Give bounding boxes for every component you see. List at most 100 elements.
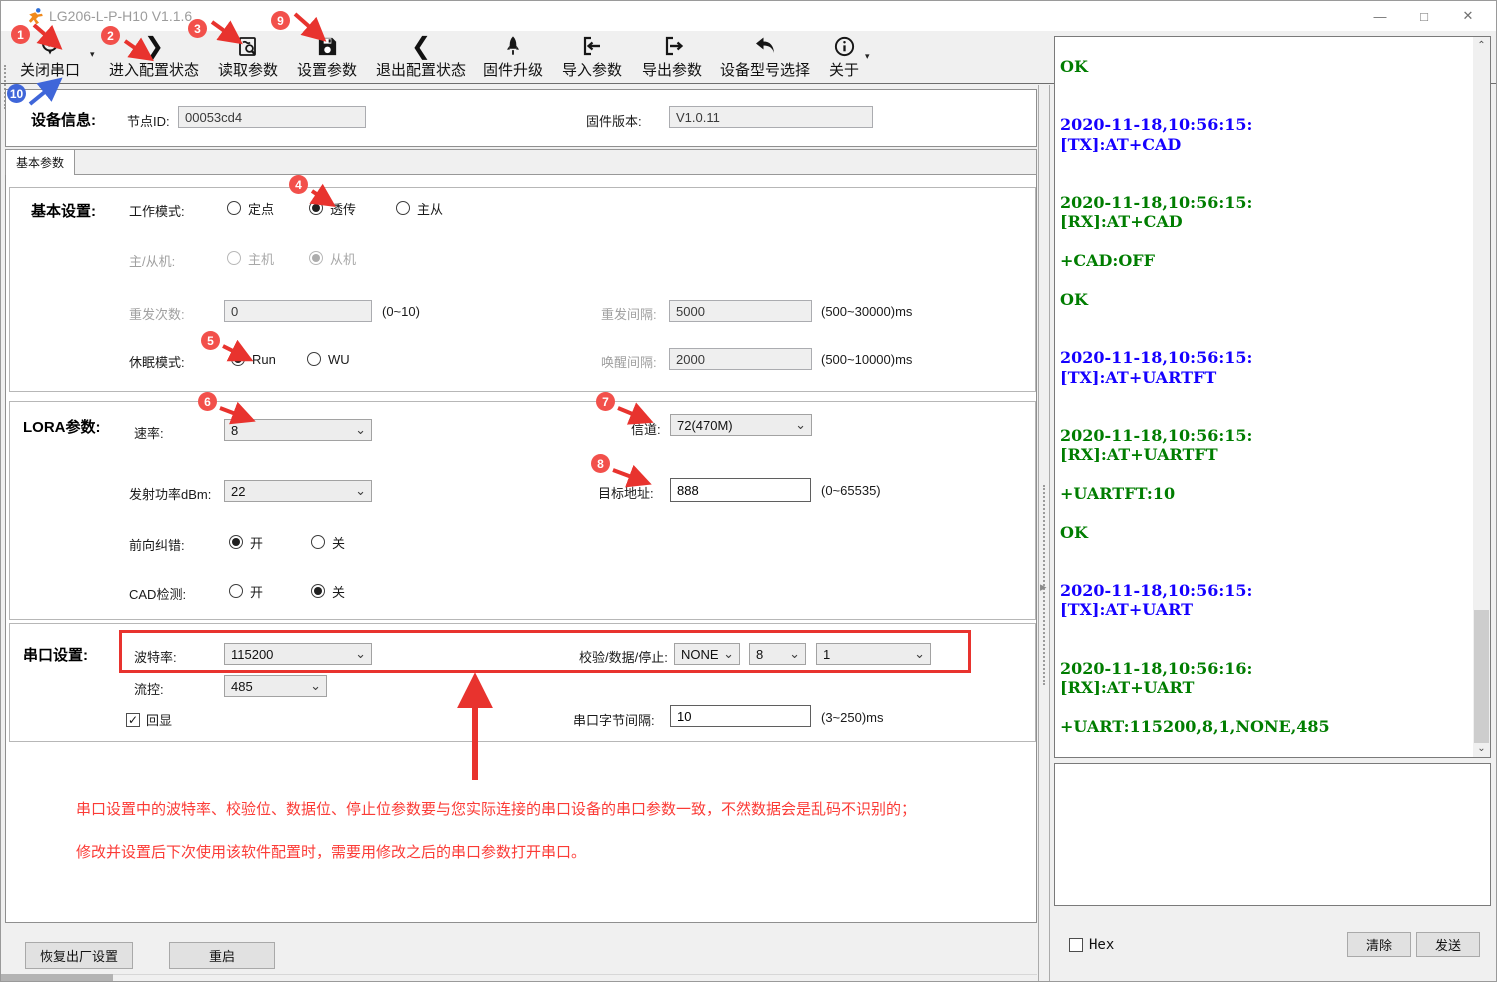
log-output[interactable]: OK 2020-11-18,10:56:15:[TX]:AT+CAD 2020-… xyxy=(1054,36,1491,758)
radio-unchecked[interactable] xyxy=(307,352,321,366)
radio-unchecked[interactable] xyxy=(229,584,243,598)
fec-option-on[interactable]: 开 xyxy=(229,534,263,550)
send-input-area[interactable] xyxy=(1054,763,1491,906)
factory-reset-button[interactable]: 恢复出厂设置 xyxy=(25,942,133,969)
doc-search-icon xyxy=(236,32,260,58)
parity-data-stop-label: 校验/数据/停止: xyxy=(579,647,668,666)
byte-interval-field[interactable]: 10 xyxy=(670,705,811,727)
horizontal-scrollbar-thumb[interactable] xyxy=(1,974,113,982)
cad-option-on[interactable]: 开 xyxy=(229,583,263,599)
log-line: OK xyxy=(1060,756,1470,758)
log-line: 2020-11-18,10:56:15: xyxy=(1060,193,1470,212)
export-icon xyxy=(660,32,684,58)
radio-checked[interactable] xyxy=(229,535,243,549)
radio-unchecked[interactable] xyxy=(396,201,410,215)
stop-bits-select[interactable]: 1 ⌄ xyxy=(816,643,931,665)
read-params-button[interactable]: 读取参数 xyxy=(213,32,283,82)
channel-select[interactable]: 72(470M) ⌄ xyxy=(670,414,812,436)
write-params-button[interactable]: 设置参数 xyxy=(292,32,362,82)
maximize-button[interactable]: □ xyxy=(1402,1,1446,31)
parity-select[interactable]: NONE ⌄ xyxy=(674,643,740,665)
send-button[interactable]: 发送 xyxy=(1416,932,1480,957)
radio-unchecked[interactable] xyxy=(227,201,241,215)
horizontal-scrollbar[interactable] xyxy=(1,974,1037,982)
chevron-down-icon: ⌄ xyxy=(310,681,326,691)
resend-count-field: 0 xyxy=(224,300,372,322)
note-line-2: 修改并设置后下次使用该软件配置时，需要用修改之后的串口参数打开串口。 xyxy=(76,841,586,862)
about-dropdown-caret[interactable]: ▾ xyxy=(865,51,870,62)
log-line: [RX]:AT+UART xyxy=(1060,678,1470,697)
log-scrollbar-thumb[interactable] xyxy=(1474,610,1489,743)
flow-control-select[interactable]: 485 ⌄ xyxy=(224,675,327,697)
flow-control-label: 流控: xyxy=(134,679,164,698)
master-option: 主机 xyxy=(227,250,274,266)
log-line: 2020-11-18,10:56:15: xyxy=(1060,426,1470,445)
exit-config-button[interactable]: ❮ 退出配置状态 xyxy=(369,32,473,82)
target-address-field[interactable]: 888 xyxy=(670,478,811,502)
lora-section-label: LORA参数: xyxy=(23,416,101,437)
close-button[interactable]: ✕ xyxy=(1446,1,1490,31)
resend-count-range: (0~10) xyxy=(382,304,420,319)
sleep-option-run[interactable]: Run xyxy=(231,351,276,367)
fec-option-off[interactable]: 关 xyxy=(311,534,345,550)
about-button[interactable]: 关于 xyxy=(821,32,867,82)
log-line: OK xyxy=(1060,57,1470,76)
work-mode-option-touchuan[interactable]: 透传 xyxy=(309,200,356,216)
log-line: 2020-11-18,10:56:15: xyxy=(1060,115,1470,134)
hex-checkbox[interactable] xyxy=(1069,938,1083,952)
chevron-down-icon: ⌄ xyxy=(355,649,371,659)
sleep-option-wu[interactable]: WU xyxy=(307,351,350,367)
work-mode-option-zhucong[interactable]: 主从 xyxy=(396,200,443,216)
node-id-label: 节点ID: xyxy=(127,111,170,130)
window-title: LG206-L-P-H10 V1.1.6 xyxy=(49,8,192,24)
restart-button[interactable]: 重启 xyxy=(169,942,275,969)
scroll-up-icon[interactable]: ⌃ xyxy=(1473,37,1490,54)
radio-checked[interactable] xyxy=(311,584,325,598)
cad-option-off[interactable]: 关 xyxy=(311,583,345,599)
log-scrollbar[interactable]: ⌃ ⌄ xyxy=(1473,37,1490,757)
work-mode-option-dingdian[interactable]: 定点 xyxy=(227,200,274,216)
chevron-down-icon: ⌄ xyxy=(789,649,805,659)
log-line: OK xyxy=(1060,290,1470,309)
serial-section-label: 串口设置: xyxy=(23,644,88,665)
resend-interval-label: 重发间隔: xyxy=(601,304,657,323)
hex-checkbox-row[interactable]: Hex xyxy=(1069,937,1114,953)
byte-interval-range: (3~250)ms xyxy=(821,710,884,725)
log-line: +CAD:OFF xyxy=(1060,251,1470,270)
firmware-upgrade-button[interactable]: 固件升级 xyxy=(477,32,549,82)
import-params-button[interactable]: 导入参数 xyxy=(557,32,627,82)
clear-button[interactable]: 清除 xyxy=(1347,932,1411,957)
splitter-collapse-icon[interactable]: ▸ xyxy=(1040,579,1047,595)
step-badge-3: 3 xyxy=(188,19,207,38)
panel-splitter[interactable]: ▸ xyxy=(1038,85,1050,982)
log-line: [TX]:AT+UART xyxy=(1060,600,1470,619)
rate-label: 速率: xyxy=(134,423,164,442)
rate-select[interactable]: 8 ⌄ xyxy=(224,419,372,441)
echo-checkbox[interactable] xyxy=(126,713,140,727)
device-model-select-button[interactable]: 设备型号选择 xyxy=(715,32,815,82)
log-content: OK 2020-11-18,10:56:15:[TX]:AT+CAD 2020-… xyxy=(1060,57,1470,758)
tx-power-select[interactable]: 22 ⌄ xyxy=(224,480,372,502)
close-serial-dropdown-caret[interactable]: ▾ xyxy=(90,49,95,60)
radio-checked[interactable] xyxy=(231,352,245,366)
baud-rate-select[interactable]: 115200 ⌄ xyxy=(224,643,372,665)
scroll-down-icon[interactable]: ⌄ xyxy=(1473,740,1490,757)
minimize-button[interactable]: — xyxy=(1358,1,1402,31)
firmware-version-field[interactable]: V1.0.11 xyxy=(669,106,873,128)
fec-label: 前向纠错: xyxy=(129,535,185,554)
chevron-down-icon: ⌄ xyxy=(914,649,930,659)
window-controls: — □ ✕ xyxy=(1358,1,1490,31)
data-bits-select[interactable]: 8 ⌄ xyxy=(749,643,806,665)
log-line: 2020-11-18,10:56:15: xyxy=(1060,348,1470,367)
note-line-1: 串口设置中的波特率、校验位、数据位、停止位参数要与您实际连接的串口设备的串口参数… xyxy=(76,798,916,819)
target-address-range: (0~65535) xyxy=(821,483,881,498)
radio-unchecked[interactable] xyxy=(311,535,325,549)
export-params-button[interactable]: 导出参数 xyxy=(637,32,707,82)
radio-checked[interactable] xyxy=(309,201,323,215)
step-badge-1: 1 xyxy=(11,25,30,44)
cad-label: CAD检测: xyxy=(129,584,186,603)
tab-basic-params[interactable]: 基本参数 xyxy=(6,150,75,175)
echo-checkbox-row[interactable]: 回显 xyxy=(126,710,172,729)
node-id-field[interactable]: 00053cd4 xyxy=(178,106,366,128)
slave-option: 从机 xyxy=(309,250,356,266)
